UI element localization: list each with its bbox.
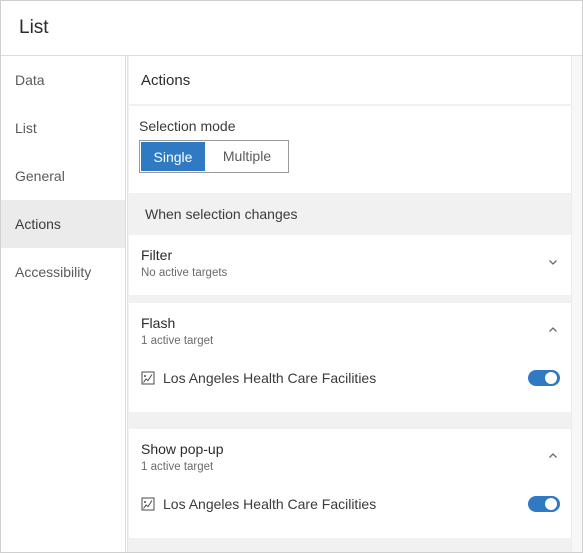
sidebar-item-accessibility[interactable]: Accessibility <box>1 248 125 296</box>
target-label: Los Angeles Health Care Facilities <box>163 370 377 386</box>
action-subtitle: 1 active target <box>141 335 214 347</box>
selection-mode-label: Selection mode <box>139 118 236 134</box>
action-card-header[interactable]: Filter No active targets <box>129 235 572 279</box>
action-title: Show pop-up <box>141 441 224 457</box>
action-card-flash: Flash 1 active target Los Angeles Health… <box>129 303 572 412</box>
chevron-up-icon[interactable] <box>548 325 558 335</box>
action-card-header[interactable]: Flash 1 active target <box>129 303 572 347</box>
window-title: List <box>1 1 582 56</box>
card-gap <box>129 412 572 429</box>
action-subtitle: 1 active target <box>141 461 214 473</box>
action-target-row: Los Angeles Health Care Facilities <box>129 489 572 519</box>
sidebar-item-general[interactable]: General <box>1 152 125 200</box>
action-card-header[interactable]: Show pop-up 1 active target <box>129 429 572 473</box>
list-settings-window: List Data List General Actions Accessibi… <box>0 0 583 553</box>
chevron-up-icon[interactable] <box>548 451 558 461</box>
sidebar: Data List General Actions Accessibility <box>1 56 126 552</box>
selection-mode-single-button[interactable]: Single <box>140 141 206 172</box>
actions-panel: Actions Selection mode Single Multiple W… <box>127 56 582 552</box>
panel-scrollbar[interactable] <box>571 56 582 552</box>
action-title: Filter <box>141 247 173 263</box>
card-gap <box>129 295 572 303</box>
action-title: Flash <box>141 315 176 331</box>
action-subtitle: No active targets <box>141 267 228 279</box>
selection-mode-control: Single Multiple <box>139 140 289 173</box>
action-card-filter: Filter No active targets <box>129 235 572 295</box>
action-target-row: Los Angeles Health Care Facilities <box>129 363 572 393</box>
chevron-down-icon[interactable] <box>548 257 558 267</box>
when-selection-changes-header: When selection changes <box>145 206 298 222</box>
actions-panel-content: Actions Selection mode Single Multiple W… <box>129 56 572 552</box>
sidebar-item-actions[interactable]: Actions <box>1 200 125 248</box>
panel-title: Actions <box>129 56 572 104</box>
target-toggle[interactable] <box>528 496 560 512</box>
selection-mode-section: Selection mode Single Multiple <box>129 106 572 193</box>
target-label: Los Angeles Health Care Facilities <box>163 496 377 512</box>
feature-layer-icon <box>141 371 155 385</box>
sidebar-item-data[interactable]: Data <box>1 56 125 104</box>
settings-body: Data List General Actions Accessibility … <box>1 56 582 552</box>
feature-layer-icon <box>141 497 155 511</box>
sidebar-item-list[interactable]: List <box>1 104 125 152</box>
target-toggle[interactable] <box>528 370 560 386</box>
action-card-show-popup: Show pop-up 1 active target Los Angeles … <box>129 429 572 538</box>
selection-mode-multiple-button[interactable]: Multiple <box>206 141 288 170</box>
